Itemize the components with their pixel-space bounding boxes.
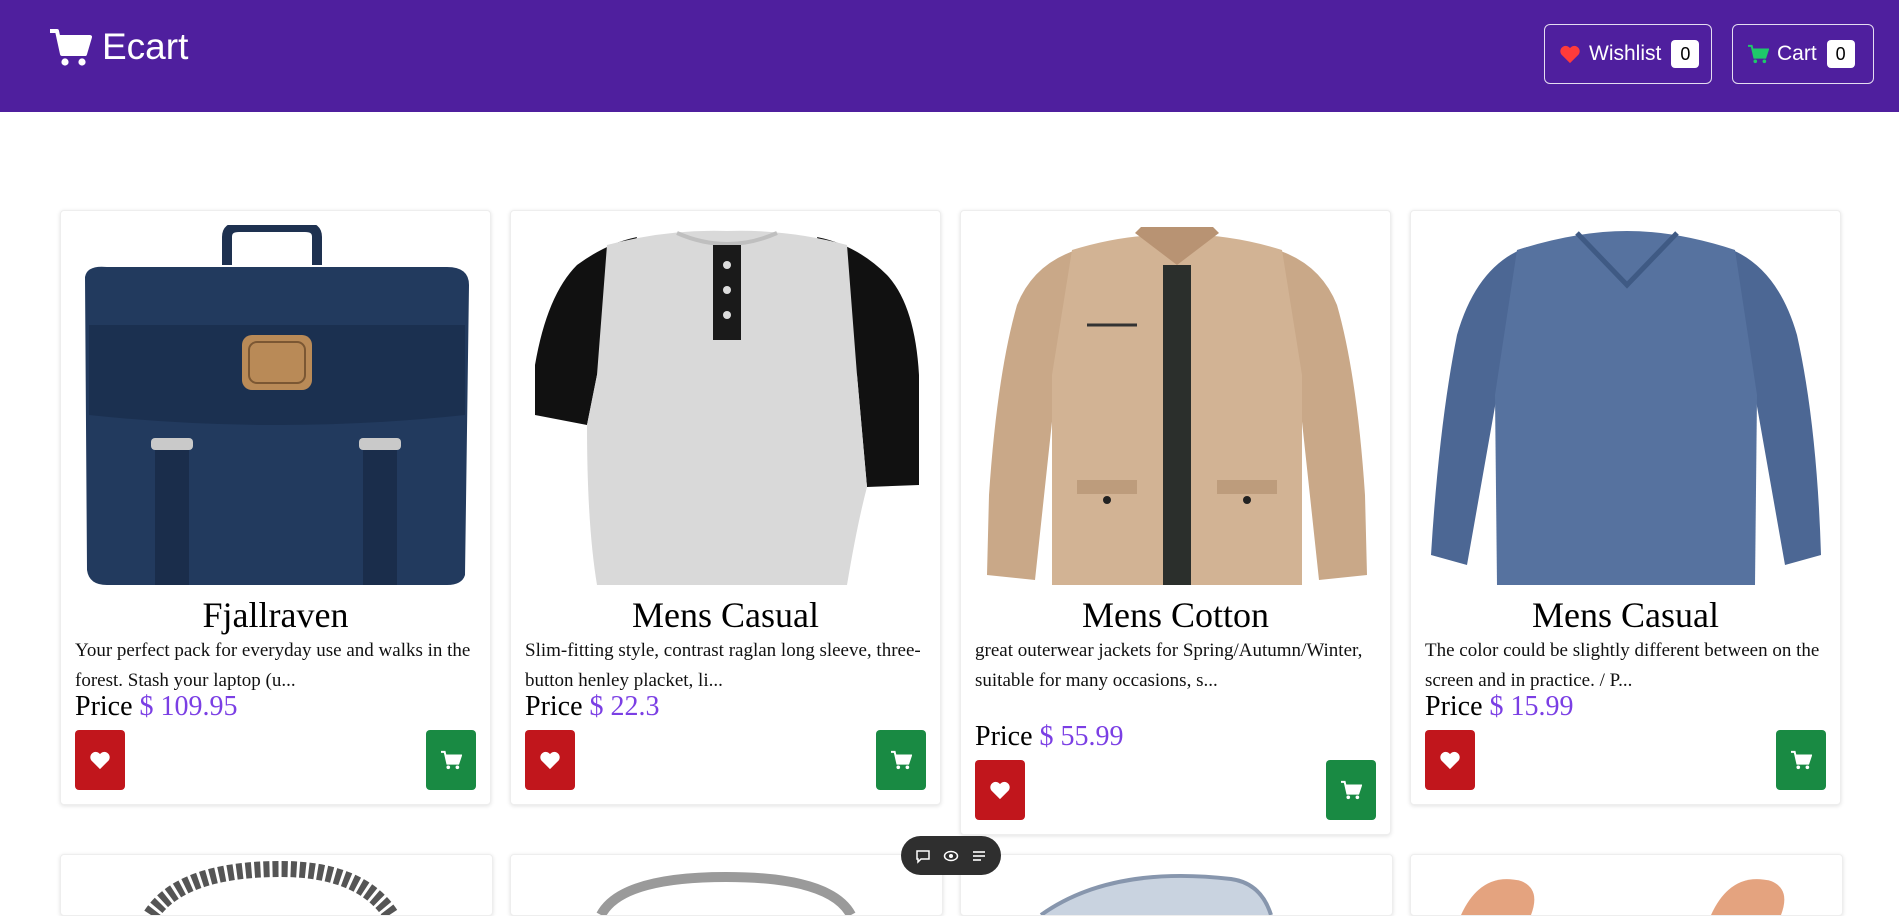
wishlist-label: Wishlist: [1589, 42, 1662, 65]
product-card: Mens Casual The color could be slightly …: [1410, 210, 1841, 805]
product-image-ring[interactable]: [511, 855, 942, 915]
price-label: Price: [525, 691, 583, 722]
product-image-cotton-jacket[interactable]: [977, 225, 1375, 585]
shopping-cart-icon: [441, 750, 462, 770]
floating-toolbar: [901, 836, 1001, 875]
add-to-wishlist-button[interactable]: [1425, 730, 1475, 790]
product-price: Price $ 22.3: [525, 691, 660, 723]
heart-icon: [1440, 751, 1460, 770]
product-title: Fjallraven: [202, 595, 349, 635]
product-image-earrings[interactable]: [1411, 855, 1842, 915]
add-to-wishlist-button[interactable]: [525, 730, 575, 790]
product-image-henley-shirt[interactable]: [527, 225, 925, 585]
product-image-backpack[interactable]: [77, 225, 475, 585]
product-description: Slim-fitting style, contrast raglan long…: [525, 640, 921, 691]
price-amount: $ 55.99: [1039, 721, 1124, 752]
heart-icon: [540, 751, 560, 770]
product-image-long-sleeve-shirt[interactable]: [1427, 225, 1825, 585]
add-to-cart-button[interactable]: [876, 730, 926, 790]
product-price: Price $ 109.95: [75, 691, 238, 723]
navbar: Ecart Wishlist 0 Cart 0: [0, 0, 1899, 112]
wishlist-button[interactable]: Wishlist 0: [1544, 24, 1712, 84]
add-to-wishlist-button[interactable]: [975, 760, 1025, 820]
product-card: Mens Casual Slim-fitting style, contrast…: [510, 210, 941, 805]
eye-icon[interactable]: [943, 848, 959, 864]
shopping-cart-icon: [50, 29, 92, 66]
heart-icon: [90, 751, 110, 770]
product-card-partial: [60, 854, 493, 916]
wishlist-count-badge: 0: [1671, 40, 1700, 68]
price-amount: $ 15.99: [1489, 691, 1574, 722]
product-card: Fjallraven Your perfect pack for everyda…: [60, 210, 491, 805]
shopping-cart-icon: [891, 750, 912, 770]
cart-button[interactable]: Cart 0: [1732, 24, 1874, 84]
comment-icon[interactable]: [915, 848, 931, 864]
price-amount: $ 22.3: [589, 691, 660, 722]
heart-icon: [990, 781, 1010, 800]
shopping-cart-icon: [1341, 780, 1362, 800]
product-description: The color could be slightly different be…: [1425, 640, 1820, 691]
add-to-cart-button[interactable]: [1776, 730, 1826, 790]
product-title: Mens Casual: [1532, 595, 1719, 635]
product-price: Price $ 15.99: [1425, 691, 1574, 723]
price-label: Price: [1425, 691, 1483, 722]
product-description: Your perfect pack for everyday use and w…: [75, 640, 471, 691]
shopping-cart-icon: [1791, 750, 1812, 770]
product-title: Mens Cotton: [1081, 595, 1269, 635]
product-image-bracelet[interactable]: [61, 855, 492, 915]
product-image-diamond-ring[interactable]: [961, 855, 1392, 915]
heart-icon: [1560, 45, 1580, 64]
add-to-cart-button[interactable]: [426, 730, 476, 790]
cart-count-badge: 0: [1826, 40, 1855, 68]
price-label: Price: [75, 691, 133, 722]
add-to-cart-button[interactable]: [1326, 760, 1376, 820]
shopping-cart-icon: [1748, 44, 1769, 64]
product-description: great outerwear jackets for Spring/Autum…: [975, 640, 1363, 691]
cart-label: Cart: [1777, 42, 1817, 65]
product-card-partial: [1410, 854, 1843, 916]
brand-logo[interactable]: Ecart: [48, 22, 188, 72]
product-title: Mens Casual: [632, 595, 819, 635]
price-label: Price: [975, 721, 1033, 752]
product-card-partial: [510, 854, 943, 916]
product-card: Mens Cotton great outerwear jackets for …: [960, 210, 1391, 835]
product-price: Price $ 55.99: [975, 721, 1124, 753]
product-card-partial: [960, 854, 1393, 916]
menu-icon[interactable]: [971, 848, 987, 864]
brand-name: Ecart: [102, 26, 189, 67]
add-to-wishlist-button[interactable]: [75, 730, 125, 790]
price-amount: $ 109.95: [139, 691, 238, 722]
